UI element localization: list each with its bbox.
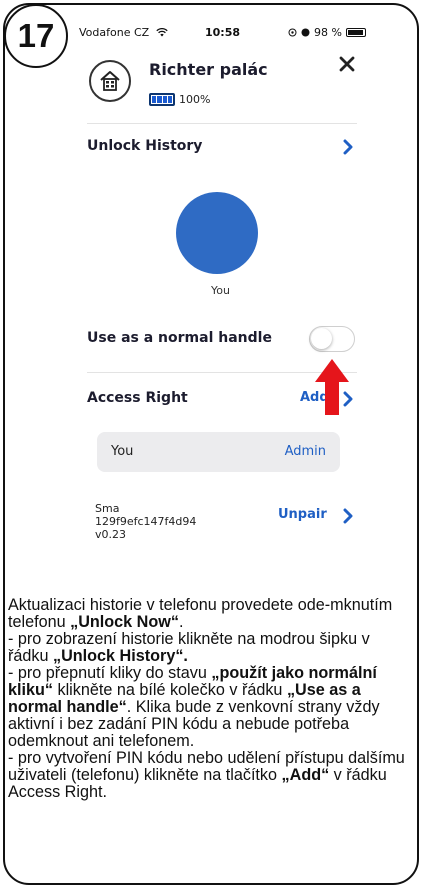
status-battery-label: 98 %: [314, 26, 342, 39]
toggle-knob: [311, 328, 332, 349]
access-entry-user: You: [111, 444, 134, 459]
unpair-button[interactable]: Unpair: [278, 507, 327, 522]
status-time: 10:58: [205, 26, 241, 39]
unlock-history-chevron-icon[interactable]: [341, 139, 355, 155]
unlock-history-user-label: You: [211, 284, 230, 297]
device-avatar: [89, 60, 131, 102]
normal-handle-toggle[interactable]: [309, 326, 355, 352]
device-name: Richter palác: [149, 60, 268, 79]
instruction-paragraph: - pro přepnutí kliky do stavu „použít ja…: [8, 664, 380, 750]
close-icon: [339, 56, 355, 72]
instructions-text: Aktualizaci historie v telefonu provedet…: [8, 597, 414, 801]
normal-handle-label: Use as a normal handle: [87, 330, 272, 346]
unpair-chevron-icon[interactable]: [341, 508, 355, 524]
divider: [87, 123, 357, 124]
step-number: 17: [17, 17, 55, 54]
wifi-icon: [156, 27, 168, 37]
lock-model: Sma: [95, 502, 120, 515]
carrier-label: Vodafone CZ: [79, 26, 168, 39]
battery-icon: [149, 93, 175, 106]
status-bar: Vodafone CZ 10:58 98 %: [67, 22, 374, 44]
step-number-badge: 17: [4, 4, 68, 68]
access-entry-role: Admin: [284, 444, 326, 459]
device-battery: 100%: [149, 93, 210, 106]
red-arrow-up-icon: [315, 359, 349, 415]
close-button[interactable]: [335, 52, 359, 76]
status-battery-icon: [346, 28, 366, 37]
lock-id: 129f9efc147f4d94: [95, 515, 197, 528]
instruction-paragraph: Aktualizaci historie v telefonu provedet…: [8, 596, 393, 631]
lock-version: v0.23: [95, 528, 127, 541]
phone-screen: Vodafone CZ 10:58 98 % Richter palác 100…: [67, 22, 374, 567]
access-entry-row[interactable]: You Admin: [97, 432, 340, 472]
status-right: 98 %: [288, 26, 366, 39]
instruction-paragraph: - pro zobrazení historie klikněte na mod…: [8, 630, 370, 665]
access-right-title: Access Right: [87, 390, 188, 406]
alarm-icon: [301, 28, 310, 37]
location-icon: [288, 28, 297, 37]
instruction-paragraph: - pro vytvoření PIN kódu nebo udělení př…: [8, 749, 405, 801]
battery-level: 100%: [179, 93, 211, 106]
home-icon: [100, 71, 120, 91]
unlock-history-user-avatar: [176, 192, 258, 274]
unlock-history-title: Unlock History: [87, 138, 203, 154]
lock-info: Sma 129f9efc147f4d94 v0.23: [95, 502, 196, 541]
